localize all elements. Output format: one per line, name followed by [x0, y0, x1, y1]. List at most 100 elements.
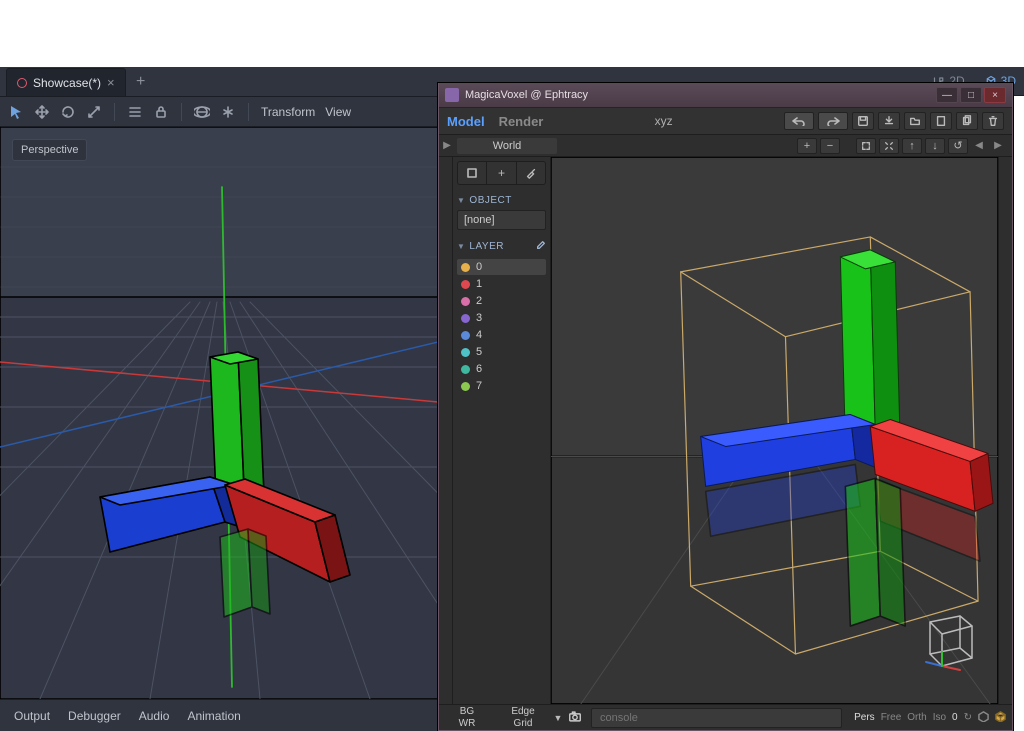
layer-row[interactable]: 5 [457, 344, 546, 360]
remove-object-button[interactable]: − [820, 138, 840, 154]
lock-icon[interactable] [153, 104, 169, 120]
bottom-dock: Output Debugger Audio Animation [0, 699, 438, 731]
cube-view-icon[interactable] [995, 711, 1006, 725]
scale-icon[interactable] [86, 104, 102, 120]
layer-row[interactable]: 6 [457, 361, 546, 377]
redo-button[interactable] [818, 112, 848, 130]
debugger-tab[interactable]: Debugger [68, 709, 121, 723]
toggle-wr[interactable]: WR [439, 718, 495, 730]
layer-row[interactable]: 7 [457, 378, 546, 394]
right-rail [998, 157, 1012, 704]
transform-menu[interactable]: Transform [261, 105, 315, 119]
mode-tab-render[interactable]: Render [499, 114, 544, 129]
recenter-icon[interactable]: ↻ [964, 712, 972, 723]
scene-tab[interactable]: Showcase(*) × [6, 68, 126, 96]
layer-row[interactable]: 3 [457, 310, 546, 326]
scene-icon [17, 78, 27, 88]
tool-frame[interactable] [458, 162, 487, 184]
layer-index: 5 [476, 346, 482, 358]
add-object-button[interactable]: + [797, 138, 817, 154]
window-titlebar[interactable]: MagicaVoxel @ Ephtracy — □ × [439, 83, 1012, 108]
delete-button[interactable] [982, 112, 1004, 130]
projection-badge[interactable]: Perspective [12, 139, 87, 161]
viewport-3d[interactable]: Perspective [0, 127, 438, 699]
copy-button[interactable] [956, 112, 978, 130]
proj-iso[interactable]: Iso [933, 712, 946, 723]
arrow-down-icon[interactable]: ↓ [925, 138, 945, 154]
window-title: MagicaVoxel @ Ephtracy [465, 89, 588, 101]
console-input[interactable] [591, 708, 842, 728]
snap-icon[interactable] [978, 711, 989, 725]
scene-tab-title: Showcase(*) [33, 76, 101, 90]
proj-free[interactable]: Free [881, 712, 902, 723]
section-object-header[interactable]: ▼OBJECT [457, 195, 546, 206]
proj-orth[interactable]: Orth [907, 712, 926, 723]
mv-subbar: ▶ World + − ↑ ↓ ↺ ◀ ▶ [439, 135, 1012, 157]
audio-tab[interactable]: Audio [139, 709, 170, 723]
view-menu[interactable]: View [325, 105, 351, 119]
viewport-scene [0, 127, 438, 699]
panel-collapse-left[interactable]: ▶ [439, 140, 455, 151]
godot-editor: Showcase(*) × + Transform View [0, 67, 438, 731]
panel-collapse-right-a[interactable]: ◀ [971, 140, 987, 151]
mv-bottombar: BG Edge WR Grid ▼ Pers Free Orth Iso 0 ↻ [439, 704, 1012, 730]
undo-button[interactable] [784, 112, 814, 130]
zoom-value: 0 [952, 712, 958, 723]
folder-button[interactable] [904, 112, 926, 130]
toggle-edge[interactable]: Edge [495, 706, 551, 718]
move-icon[interactable] [34, 104, 50, 120]
render-toggles: BG Edge WR Grid [439, 706, 551, 730]
scene-tabstrip: Showcase(*) × + [0, 67, 438, 97]
layer-color-dot [461, 331, 470, 340]
section-layer-header[interactable]: ▼LAYER [457, 240, 546, 253]
camera-icon[interactable] [565, 711, 585, 725]
tool-pick[interactable] [517, 162, 545, 184]
page-margin [0, 0, 1024, 67]
layer-index: 2 [476, 295, 482, 307]
close-icon[interactable]: × [107, 75, 115, 90]
dropup-icon[interactable]: ▼ [551, 713, 565, 723]
file-label: xyz [655, 114, 673, 128]
panel-collapse-right-b[interactable]: ▶ [990, 140, 1006, 151]
rename-layer-icon[interactable] [536, 240, 546, 253]
tool-add[interactable]: + [487, 162, 516, 184]
app-icon [445, 88, 459, 102]
left-rail [439, 157, 453, 704]
fit-large-icon[interactable] [879, 138, 899, 154]
rotate-icon[interactable] [60, 104, 76, 120]
layer-color-dot [461, 382, 470, 391]
layer-row[interactable]: 2 [457, 293, 546, 309]
list-icon[interactable] [127, 104, 143, 120]
tool-row: + [457, 161, 546, 185]
layer-color-dot [461, 280, 470, 289]
object-none[interactable]: [none] [457, 210, 546, 230]
maximize-button[interactable]: □ [960, 87, 982, 103]
layer-row[interactable]: 1 [457, 276, 546, 292]
orientation-cube[interactable] [912, 604, 982, 674]
environment-icon[interactable] [194, 104, 210, 120]
mv-viewport[interactable] [551, 157, 998, 704]
rotate-ccw-icon[interactable]: ↺ [948, 138, 968, 154]
save-button[interactable] [852, 112, 874, 130]
add-tab-button[interactable]: + [130, 71, 152, 93]
mv-topbar: Model Render xyz [439, 108, 1012, 135]
close-button[interactable]: × [984, 87, 1006, 103]
toggle-grid[interactable]: Grid [495, 718, 551, 730]
layer-color-dot [461, 297, 470, 306]
arrow-up-icon[interactable]: ↑ [902, 138, 922, 154]
layer-row[interactable]: 4 [457, 327, 546, 343]
new-button[interactable] [930, 112, 952, 130]
cursor-icon[interactable] [8, 104, 24, 120]
fit-small-icon[interactable] [856, 138, 876, 154]
proj-pers[interactable]: Pers [854, 712, 875, 723]
export-button[interactable] [878, 112, 900, 130]
animation-tab[interactable]: Animation [187, 709, 240, 723]
minimize-button[interactable]: — [936, 87, 958, 103]
output-tab[interactable]: Output [14, 709, 50, 723]
layer-color-dot [461, 365, 470, 374]
world-label[interactable]: World [457, 138, 557, 154]
mode-tab-model[interactable]: Model [447, 114, 485, 129]
layer-row[interactable]: 0 [457, 259, 546, 275]
toggle-bg[interactable]: BG [439, 706, 495, 718]
gizmo-icon[interactable] [220, 104, 236, 120]
